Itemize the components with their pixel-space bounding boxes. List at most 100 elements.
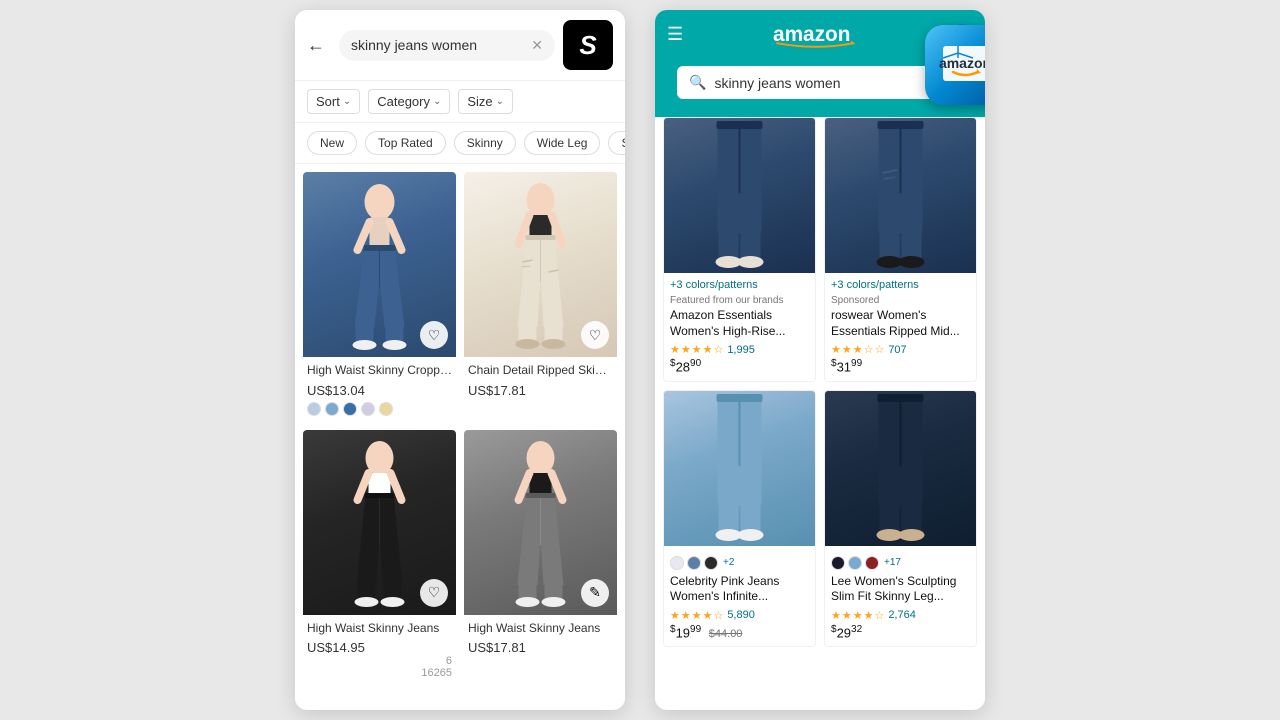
svg-text:amazon: amazon xyxy=(773,23,850,46)
tag-top-rated[interactable]: Top Rated xyxy=(365,131,446,155)
amazon-product-2-price: $3199 xyxy=(831,359,970,374)
amazon-product-4-price: $2932 xyxy=(831,625,970,640)
color-dot[interactable] xyxy=(343,402,357,416)
amazon-product-grid-container: +3 colors/patterns Featured from our bra… xyxy=(655,117,985,710)
product-2-wishlist-button[interactable]: ♡ xyxy=(581,321,609,349)
product-3-reviews: 5,890 xyxy=(727,609,755,621)
product-4-stars: ★★★★☆ xyxy=(831,609,885,622)
swatch[interactable] xyxy=(865,556,879,570)
product-3-image: ♡ xyxy=(303,430,456,615)
product-2-info: Chain Detail Ripped Skinny J... US$17.81 xyxy=(464,357,617,404)
sort-chevron-icon: ⌄ xyxy=(343,96,351,107)
product-3-stars: ★★★★☆ xyxy=(670,609,724,622)
back-button[interactable]: ← xyxy=(307,35,331,56)
product-2-colors-link[interactable]: +3 colors/patterns xyxy=(831,279,970,291)
category-button[interactable]: Category ⌄ xyxy=(368,89,450,114)
shein-search-text: skinny jeans women xyxy=(351,37,477,53)
tag-wide-leg[interactable]: Wide Leg xyxy=(524,131,601,155)
product-3-rating: ★★★★☆ 5,890 xyxy=(670,609,809,622)
product-4-name: High Waist Skinny Jeans xyxy=(468,621,613,637)
shein-product-4[interactable]: ✎ High Waist Skinny Jeans US$17.81 xyxy=(464,430,617,686)
product-3-price: US$14.95 xyxy=(307,640,452,655)
shein-tags-row: New Top Rated Skinny Wide Leg Straig... xyxy=(295,123,625,164)
product-1-info: High Waist Skinny Cropped J... US$13.04 xyxy=(303,357,456,422)
shein-product-1[interactable]: ♡ High Waist Skinny Cropped J... US$13.0… xyxy=(303,172,456,422)
product-4-image: ✎ xyxy=(464,430,617,615)
product-1-rating: ★★★★☆ 1,995 xyxy=(670,343,809,356)
amazon-app-panel: amazon ☰ amazon 👤 🔍 skinny jeans women xyxy=(655,10,985,710)
color-dot[interactable] xyxy=(361,402,375,416)
product-1-colors-link[interactable]: +3 colors/patterns xyxy=(670,279,809,291)
amazon-product-1-price: $2890 xyxy=(670,359,809,374)
shein-logo: S xyxy=(563,20,613,70)
tag-new[interactable]: New xyxy=(307,131,357,155)
swatch[interactable] xyxy=(831,556,845,570)
shein-product-3[interactable]: ♡ High Waist Skinny Jeans US$14.95 61626… xyxy=(303,430,456,686)
product-4-edit-button[interactable]: ✎ xyxy=(581,579,609,607)
shein-clear-icon[interactable]: ✕ xyxy=(531,37,543,54)
color-dot[interactable] xyxy=(325,402,339,416)
product-1-reviews: 1,995 xyxy=(727,344,755,356)
amazon-logo: amazon xyxy=(693,20,940,48)
amazon-product-grid: +3 colors/patterns Featured from our bra… xyxy=(663,117,977,647)
shein-filter-bar: Sort ⌄ Category ⌄ Size ⌄ xyxy=(295,81,625,123)
amazon-app-icon: amazon xyxy=(925,25,985,105)
swatch-more[interactable]: +2 xyxy=(723,557,734,568)
amazon-product-4-image xyxy=(825,391,976,546)
hamburger-menu-icon[interactable]: ☰ xyxy=(667,24,683,45)
amazon-product-1-name: Amazon Essentials Women's High-Rise... xyxy=(670,308,809,339)
product-4-info: High Waist Skinny Jeans US$17.81 xyxy=(464,615,617,662)
product-2-price: US$17.81 xyxy=(468,383,613,398)
product-1-wishlist-button[interactable]: ♡ xyxy=(420,321,448,349)
swatch-more[interactable]: +17 xyxy=(884,557,901,568)
shein-product-grid: ♡ High Waist Skinny Cropped J... US$13.0… xyxy=(303,172,617,685)
amazon-product-3[interactable]: +2 Celebrity Pink Jeans Women's Infinite… xyxy=(663,390,816,648)
amazon-product-1[interactable]: +3 colors/patterns Featured from our bra… xyxy=(663,117,816,382)
product-1-image: ♡ xyxy=(303,172,456,357)
swatch[interactable] xyxy=(670,556,684,570)
product-2-reviews: 707 xyxy=(888,344,906,356)
amazon-product-4-name: Lee Women's Sculpting Slim Fit Skinny Le… xyxy=(831,574,970,605)
product-3-swatches: +2 xyxy=(670,556,809,570)
product-1-price: US$13.04 xyxy=(307,383,452,398)
amazon-product-1-info: +3 colors/patterns Featured from our bra… xyxy=(664,273,815,381)
product-3-info: High Waist Skinny Jeans US$14.95 616265 xyxy=(303,615,456,686)
shein-product-2[interactable]: ♡ Chain Detail Ripped Skinny J... US$17.… xyxy=(464,172,617,422)
amazon-product-2-name: roswear Women's Essentials Ripped Mid... xyxy=(831,308,970,339)
swatch[interactable] xyxy=(848,556,862,570)
product-1-colors xyxy=(307,402,452,416)
size-button[interactable]: Size ⌄ xyxy=(458,89,513,114)
swatch[interactable] xyxy=(704,556,718,570)
amazon-product-2-info: +3 colors/patterns Sponsored roswear Wom… xyxy=(825,273,976,381)
tag-skinny[interactable]: Skinny xyxy=(454,131,516,155)
amazon-product-2[interactable]: +3 colors/patterns Sponsored roswear Wom… xyxy=(824,117,977,382)
product-2-rating: ★★★☆☆ 707 xyxy=(831,343,970,356)
product-1-stars: ★★★★☆ xyxy=(670,343,724,356)
product-3-wishlist-button[interactable]: ♡ xyxy=(420,579,448,607)
product-4-reviews: 2,764 xyxy=(888,609,916,621)
color-dot[interactable] xyxy=(379,402,393,416)
amazon-product-3-info: +2 Celebrity Pink Jeans Women's Infinite… xyxy=(664,546,815,647)
product-2-sponsored-label: Sponsored xyxy=(831,295,970,306)
amazon-product-3-name: Celebrity Pink Jeans Women's Infinite... xyxy=(670,574,809,605)
shein-search-bar[interactable]: skinny jeans women ✕ xyxy=(339,30,555,61)
swatch[interactable] xyxy=(687,556,701,570)
original-price: $44.00 xyxy=(709,628,743,640)
search-icon: 🔍 xyxy=(689,74,706,91)
sort-button[interactable]: Sort ⌄ xyxy=(307,89,360,114)
color-dot[interactable] xyxy=(307,402,321,416)
product-2-stars: ★★★☆☆ xyxy=(831,343,885,356)
amazon-product-4[interactable]: +17 Lee Women's Sculpting Slim Fit Skinn… xyxy=(824,390,977,648)
amazon-search-bar[interactable]: 🔍 skinny jeans women 📷 xyxy=(677,66,963,99)
amazon-product-1-image xyxy=(664,118,815,273)
amazon-search-text: skinny jeans women xyxy=(714,75,925,91)
product-1-featured-label: Featured from our brands xyxy=(670,295,809,306)
shein-product-grid-container: ♡ High Waist Skinny Cropped J... US$13.0… xyxy=(295,164,625,710)
product-2-image: ♡ xyxy=(464,172,617,357)
product-3-name: High Waist Skinny Jeans xyxy=(307,621,452,637)
category-chevron-icon: ⌄ xyxy=(433,96,441,107)
product-4-price: US$17.81 xyxy=(468,640,613,655)
tag-straight[interactable]: Straig... xyxy=(608,131,625,155)
shein-app-panel: ← skinny jeans women ✕ S Sort ⌄ Category… xyxy=(295,10,625,710)
product-4-swatches: +17 xyxy=(831,556,970,570)
